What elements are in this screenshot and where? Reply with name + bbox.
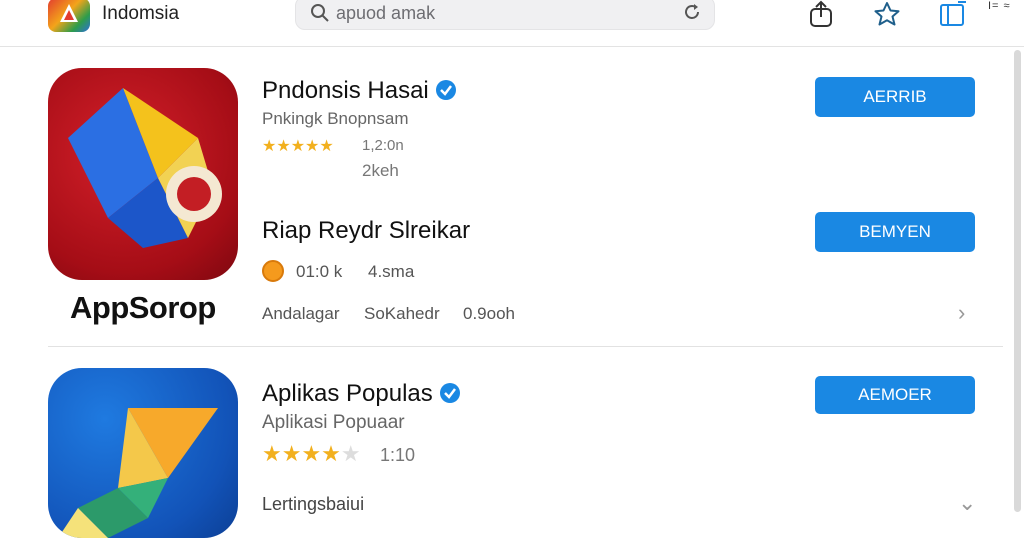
rating-count: 1:10 [380,445,416,465]
meta-item-2: SoKahedr [364,304,440,323]
app-title-2: Riap Reydr Slreikar [262,217,471,244]
top-bar: Indomsia apuod amak I= ≈ [0,0,1024,47]
share-icon[interactable] [808,0,834,33]
scrollbar[interactable] [1014,50,1021,512]
app-subtitle-1: Pnkingk Bnopnsam [262,109,409,128]
search-input[interactable]: apuod amak [336,3,435,24]
rating-stars-icon: ★★★★★ [262,441,361,466]
app-icon-blue[interactable] [48,368,238,538]
app-size: 2keh [362,161,399,180]
brand-name: Indomsia [102,3,180,24]
menu-indicator[interactable]: I= ≈ [988,0,1011,12]
chevron-down-icon[interactable]: ⌄ [958,490,976,516]
star-outline-icon[interactable] [873,0,901,33]
app-title-3: Aplikas Populas [262,380,461,411]
get-button-1[interactable]: AERRIB [815,77,975,117]
app-store-logo-icon[interactable] [48,0,90,32]
stat-value: 01:0 k [296,262,343,281]
rating-stars-icon: ★★★★★ [262,138,334,155]
divider [48,346,1003,347]
meta-item-1: Andalagar [262,304,340,323]
search-icon [310,3,330,28]
verified-badge-icon [439,382,461,411]
meta-item-3: 0.9ooh [463,304,515,323]
chevron-right-icon[interactable]: › [958,300,965,326]
search-bar[interactable]: apuod amak [295,0,715,30]
app-label: AppSorop [70,290,216,325]
stat-extra: 4.sma [368,262,415,281]
verified-badge-icon [435,79,457,108]
category-icon [262,260,284,282]
refresh-icon[interactable] [682,2,702,27]
tabs-icon[interactable] [938,0,968,33]
app-icon-red[interactable] [48,68,238,280]
get-button-3[interactable]: AEMOER [815,376,975,414]
rating-count: 1,2:0n [362,137,404,154]
app-subtitle-3: Aplikasi Popuaar [262,412,405,433]
app-title-1: Pndonsis Hasai [262,77,457,108]
get-button-2[interactable]: BEMYEN [815,212,975,252]
